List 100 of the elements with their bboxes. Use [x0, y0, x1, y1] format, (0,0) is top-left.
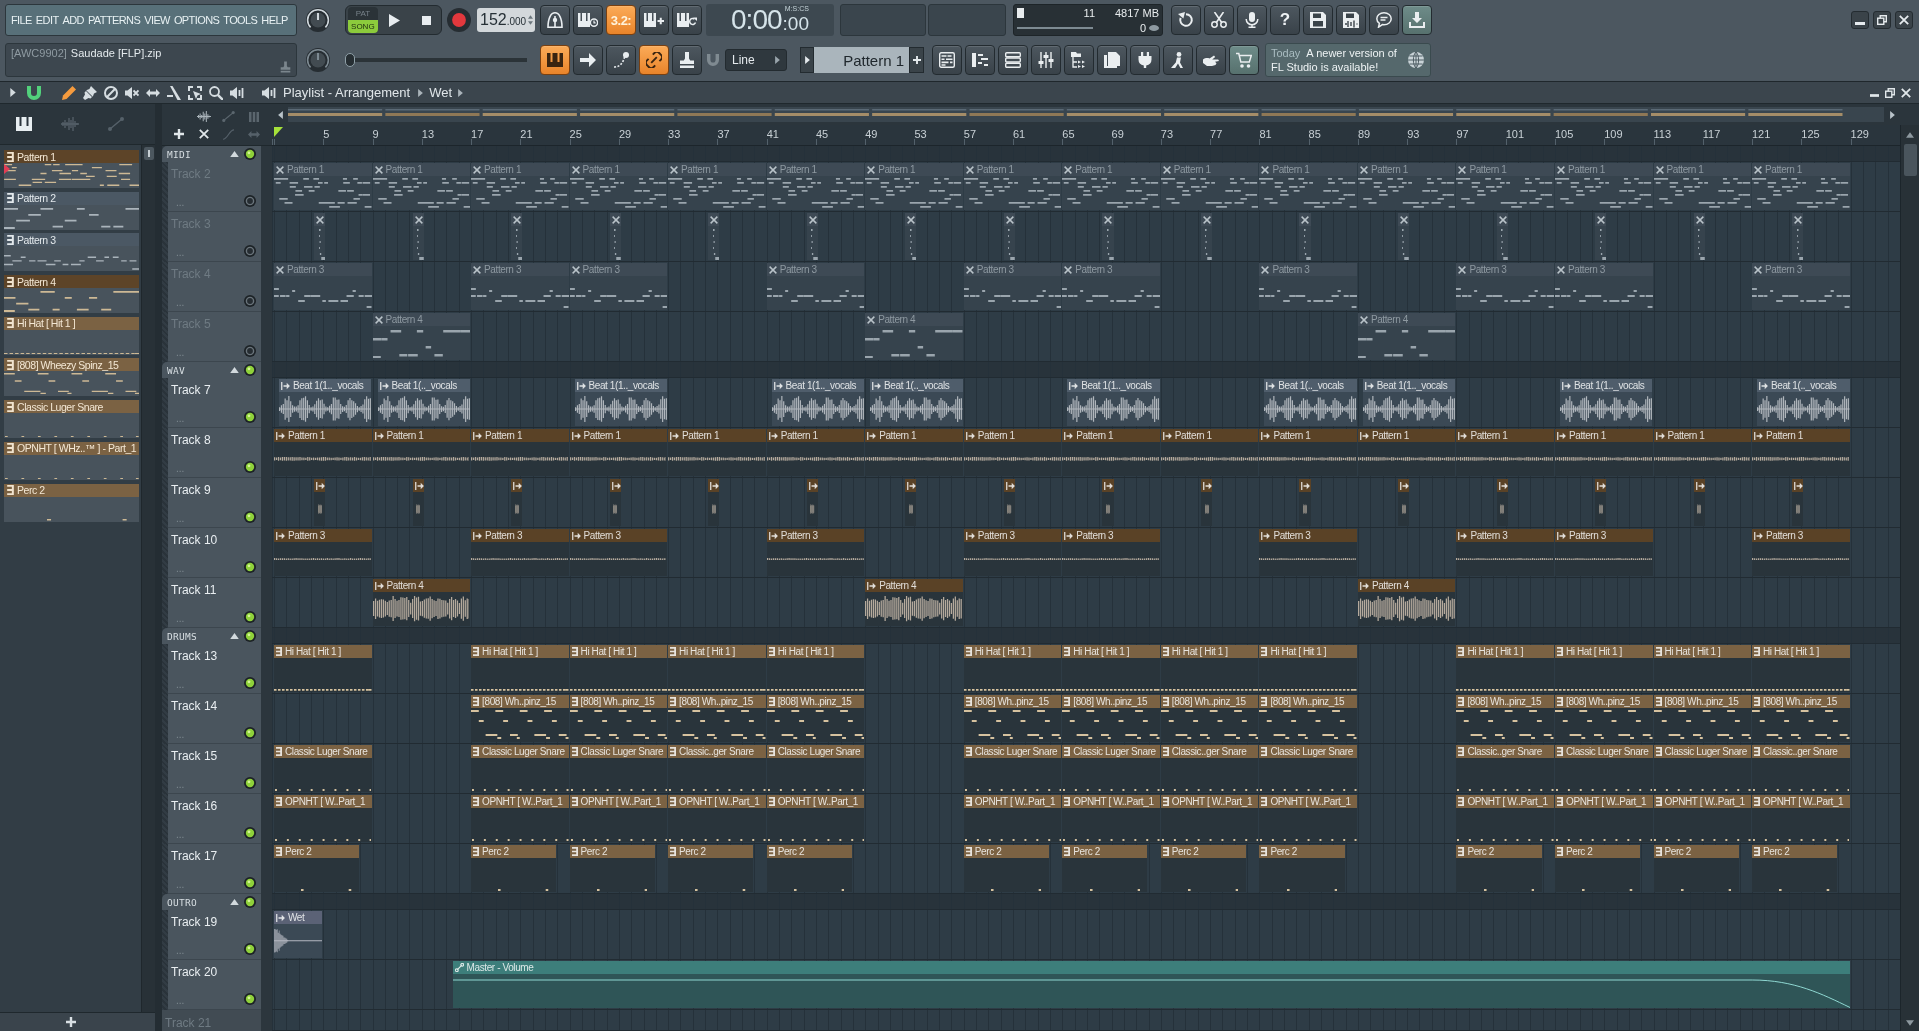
audio-clip[interactable]: Beat 1(1.._vocals [574, 379, 668, 426]
pattern-clip[interactable]: Classic Luger Snare [1259, 745, 1357, 792]
speaker-icon[interactable] [230, 85, 244, 100]
scroll-thumb[interactable] [1903, 144, 1917, 176]
audio-clip[interactable]: Pattern 3 [1752, 529, 1850, 576]
track-header[interactable]: Track 10 ... [168, 528, 261, 578]
group-header[interactable]: WAV [162, 362, 261, 378]
pattern-clip[interactable]: OPNHT [ W..Part_1 [668, 795, 766, 842]
scroll-thumb[interactable] [143, 147, 154, 160]
pattern-clip[interactable] [412, 213, 424, 260]
audio-clip[interactable] [708, 479, 720, 526]
audio-clip[interactable]: Pattern 1 [865, 429, 963, 476]
audio-clip[interactable]: Pattern 3 [1062, 529, 1160, 576]
pattern-clip[interactable]: Pattern 1 [1062, 163, 1160, 210]
pattern-clip[interactable]: Perc 2 [963, 845, 1049, 892]
pattern-clip[interactable]: Perc 2 [1555, 845, 1641, 892]
pattern-clip[interactable]: OPNHT [ W..Part_1 [1259, 795, 1357, 842]
track-header[interactable]: Track 7 ... [168, 378, 261, 428]
pattern-clip[interactable]: Hi Hat [ Hit 1 ] [1752, 645, 1850, 692]
triangle-up-icon[interactable] [230, 899, 239, 905]
toolbar-button[interactable] [1402, 5, 1432, 35]
led-icon[interactable] [244, 630, 256, 642]
restore-icon[interactable] [1885, 87, 1895, 98]
pattern-clip[interactable]: Perc 2 [1062, 845, 1148, 892]
tool-button[interactable] [672, 45, 702, 75]
led-icon[interactable] [244, 364, 256, 376]
audio-clip[interactable]: Pattern 3 [569, 529, 668, 576]
pattern-clip[interactable]: Pattern 4 [865, 313, 963, 360]
track-lane[interactable]: Perc 2 Perc 2 Perc 2 Perc 2 Perc 2 Perc 2 Perc 2 Perc 2 Perc 2 Perc 2 Perc 2 Perc 2 Perc 2 [272, 844, 1900, 894]
audio-clip[interactable] [905, 479, 917, 526]
close-icon[interactable] [1901, 87, 1911, 98]
news-panel[interactable]: Today A newer version of FL Studio is available! [1265, 43, 1431, 77]
pattern-clip[interactable]: Pattern 1 [766, 163, 865, 210]
menu-item[interactable]: HELP [261, 14, 288, 26]
window-button[interactable] [1064, 45, 1094, 75]
pattern-clip[interactable]: Pattern 4 [1357, 313, 1456, 360]
pattern-clip[interactable] [1397, 213, 1410, 260]
pattern-clip[interactable]: Pattern 1 [963, 163, 1062, 210]
audio-clip[interactable]: Beat 1(1.._vocals [278, 379, 372, 426]
record-button[interactable] [447, 8, 471, 32]
window-button[interactable] [1229, 45, 1259, 75]
pattern-clip[interactable]: OPNHT [ W..Part_1 [471, 795, 569, 842]
led-icon[interactable] [244, 677, 256, 689]
audio-clip[interactable] [609, 479, 621, 526]
pattern-clip[interactable]: Pattern 1 [668, 163, 766, 210]
group-header[interactable]: DRUMS [162, 628, 261, 644]
track-header[interactable]: Track 11 ... [168, 578, 261, 628]
mode-option[interactable]: PAT [348, 7, 378, 20]
tool-button[interactable] [540, 45, 570, 75]
pattern-clip[interactable]: Pattern 3 [569, 263, 668, 310]
triangle-down-icon[interactable] [1906, 1020, 1914, 1026]
knife-icon[interactable] [167, 85, 181, 100]
pattern-clip[interactable]: OPNHT [ W..Part_1 [274, 795, 372, 842]
menu-item[interactable]: ADD [62, 14, 84, 26]
audio-clip[interactable]: Pattern 4 [372, 579, 470, 626]
pattern-clip[interactable] [1200, 213, 1213, 260]
close-button[interactable] [1895, 11, 1913, 29]
pattern-clip[interactable]: Pattern 3 [471, 263, 569, 310]
led-icon[interactable] [244, 611, 256, 623]
audio-clip[interactable] [806, 479, 818, 526]
pattern-clip[interactable] [1003, 213, 1016, 260]
pattern-clip[interactable] [609, 213, 621, 260]
audio-clip[interactable]: Pattern 1 [963, 429, 1062, 476]
minimize-button[interactable] [1851, 11, 1869, 29]
pattern-clip[interactable]: Hi Hat [ Hit 1 ] [471, 645, 569, 692]
pattern-clip[interactable]: Pattern 1 [372, 163, 470, 210]
tool-button[interactable] [573, 45, 603, 75]
audio-clip[interactable] [1397, 479, 1410, 526]
slip-icon[interactable] [146, 88, 160, 97]
pattern-clip[interactable] [511, 213, 523, 260]
pattern-clip[interactable] [806, 213, 818, 260]
pattern-item[interactable]: Perc 2 [4, 483, 139, 522]
caret-left-icon[interactable] [277, 110, 283, 119]
pattern-clip[interactable]: Pattern 3 [1555, 263, 1653, 310]
pattern-clip[interactable] [314, 213, 326, 260]
track-header[interactable]: Track 19 ... [168, 910, 261, 960]
pattern-clip[interactable]: Hi Hat [ Hit 1 ] [1062, 645, 1160, 692]
pattern-clip[interactable]: Pattern 1 [1160, 163, 1259, 210]
pattern-item[interactable]: Hi Hat [ Hit 1 ] [4, 316, 139, 355]
pattern-clip[interactable]: [808] Wh..pinz_15 [1653, 695, 1751, 742]
pattern-clip[interactable]: [808] Wh..pinz_15 [1160, 695, 1259, 742]
led-icon[interactable] [244, 461, 256, 473]
pattern-clip[interactable]: Pattern 1 [865, 163, 963, 210]
group-header[interactable]: OUTRO [162, 894, 261, 910]
restore-button[interactable] [1873, 11, 1891, 29]
pattern-clip[interactable]: Classic Luger Snare [1555, 745, 1653, 792]
audio-clip[interactable] [1003, 479, 1016, 526]
waveform-icon[interactable] [196, 111, 211, 123]
pattern-clip[interactable]: Perc 2 [471, 845, 557, 892]
triangle-up-icon[interactable] [230, 151, 239, 157]
pattern-clip[interactable]: Classic Luger Snare [1653, 745, 1751, 792]
track-header[interactable]: Track 9 ... [168, 478, 261, 528]
audio-clip[interactable] [1200, 479, 1213, 526]
pattern-clip[interactable] [1299, 213, 1311, 260]
audio-clip[interactable]: Beat 1(1.._vocals [1067, 379, 1160, 426]
pattern-clip[interactable]: [808] Wh..pinz_15 [963, 695, 1062, 742]
pattern-clip[interactable]: OPNHT [ W..Part_1 [963, 795, 1062, 842]
window-button[interactable] [1163, 45, 1193, 75]
pattern-clip[interactable]: Classic..ger Snare [1456, 745, 1554, 792]
audio-clip[interactable] [1102, 479, 1114, 526]
